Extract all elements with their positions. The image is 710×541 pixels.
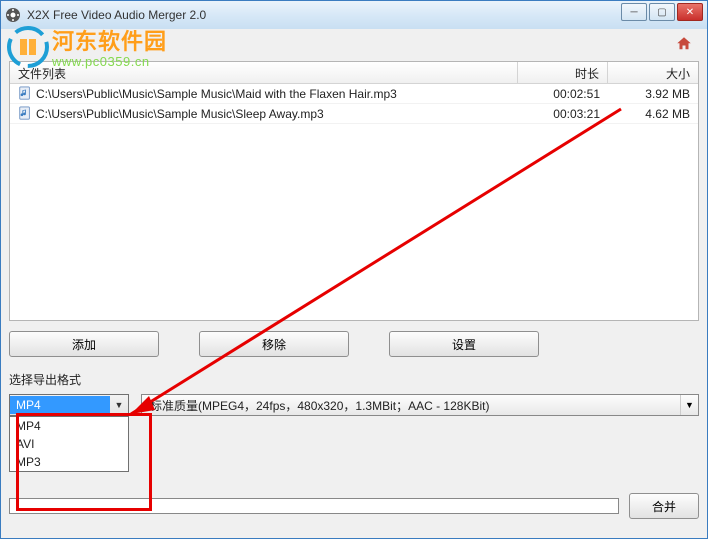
progress-bar [9,498,619,514]
col-header-file: 文件列表 [10,62,518,83]
remove-button[interactable]: 移除 [199,331,349,357]
close-button[interactable]: ✕ [677,3,703,21]
format-option[interactable]: AVI [10,435,128,453]
window-controls: ─ ▢ ✕ [621,3,703,21]
action-buttons-row: 添加 移除 设置 [9,327,699,363]
add-button[interactable]: 添加 [9,331,159,357]
quality-text: 标准质量(MPEG4，24fps，480x320，1.3MBit；AAC - 1… [142,397,680,414]
file-path: C:\Users\Public\Music\Sample Music\Maid … [36,87,397,101]
cell-file: C:\Users\Public\Music\Sample Music\Sleep… [10,106,518,121]
music-file-icon [18,106,32,120]
window-title: X2X Free Video Audio Merger 2.0 [27,8,206,22]
cell-duration: 00:02:51 [518,87,608,101]
chevron-down-icon: ▼ [680,395,698,415]
app-window: X2X Free Video Audio Merger 2.0 ─ ▢ ✕ 文件… [0,0,708,539]
format-option[interactable]: MP3 [10,453,128,471]
format-selected: MP4 [10,396,110,414]
col-header-size: 大小 [608,62,698,83]
merge-button[interactable]: 合并 [629,493,699,519]
table-header: 文件列表 时长 大小 [10,62,698,84]
col-header-duration: 时长 [518,62,608,83]
music-file-icon [18,86,32,100]
table-row[interactable]: C:\Users\Public\Music\Sample Music\Sleep… [10,104,698,124]
cell-file: C:\Users\Public\Music\Sample Music\Maid … [10,86,518,101]
titlebar[interactable]: X2X Free Video Audio Merger 2.0 ─ ▢ ✕ [1,1,707,29]
maximize-button[interactable]: ▢ [649,3,675,21]
chevron-down-icon: ▼ [110,400,128,410]
content-area: 文件列表 时长 大小 C:\Users\Public\Music\Sample … [1,29,707,538]
toolbar-row [9,35,699,55]
bottom-row: 合并 [9,493,699,519]
format-combo[interactable]: MP4 ▼ MP4 AVI MP3 [9,394,129,416]
file-path: C:\Users\Public\Music\Sample Music\Sleep… [36,107,324,121]
quality-combo[interactable]: 标准质量(MPEG4，24fps，480x320，1.3MBit；AAC - 1… [141,394,699,416]
home-icon[interactable] [675,35,693,53]
cell-size: 3.92 MB [608,87,698,101]
table-row[interactable]: C:\Users\Public\Music\Sample Music\Maid … [10,84,698,104]
minimize-button[interactable]: ─ [621,3,647,21]
app-icon [5,7,21,23]
file-list-table: 文件列表 时长 大小 C:\Users\Public\Music\Sample … [9,61,699,321]
table-body: C:\Users\Public\Music\Sample Music\Maid … [10,84,698,320]
cell-size: 4.62 MB [608,107,698,121]
format-option[interactable]: MP4 [10,417,128,435]
cell-duration: 00:03:21 [518,107,608,121]
format-dropdown: MP4 AVI MP3 [9,416,129,472]
select-format-label: 选择导出格式 [9,371,699,388]
settings-button[interactable]: 设置 [389,331,539,357]
format-row: MP4 ▼ MP4 AVI MP3 标准质量(MPEG4，24fps，480x3… [9,394,699,416]
